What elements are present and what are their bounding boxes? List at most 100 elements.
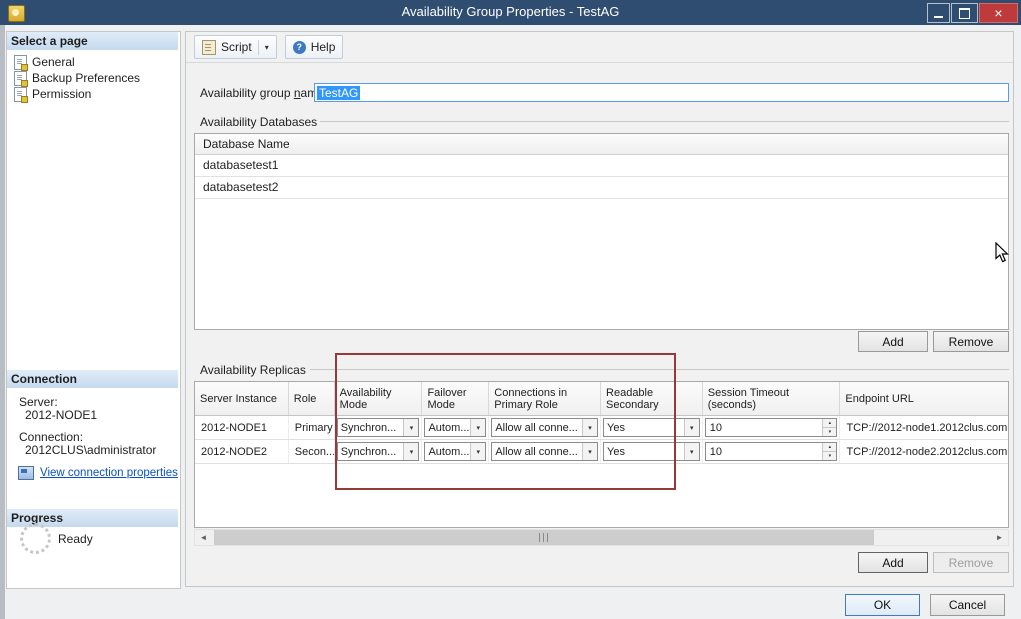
replica-row-node1[interactable]: 2012-NODE1 Primary Synchron... ▾ Autom..… <box>195 416 1008 440</box>
session-timeout-spinner[interactable]: 10 ▴ ▾ <box>705 418 838 437</box>
session-timeout-spinner[interactable]: 10 ▴ ▾ <box>705 442 838 461</box>
dropdown-arrow-glyph: ▾ <box>410 448 414 456</box>
replicas-remove-button[interactable]: Remove <box>933 552 1009 573</box>
sidebar-item-permission[interactable]: Permission <box>14 86 91 102</box>
main-panel: Script ▾ ? Help Availability group name:… <box>185 31 1014 587</box>
scrollbar-track[interactable] <box>212 530 991 545</box>
dropdown-arrow-icon[interactable]: ▾ <box>582 443 597 460</box>
group-name-value: TestAG <box>317 86 360 100</box>
databases-remove-button[interactable]: Remove <box>933 331 1009 352</box>
connections-value: Allow all conne... <box>492 419 582 436</box>
group-name-label-accel: n <box>294 86 301 100</box>
column-header-server-instance[interactable]: Server Instance <box>195 382 289 415</box>
ok-button[interactable]: OK <box>845 594 920 616</box>
select-a-page-header: Select a page <box>7 32 178 50</box>
spinner-buttons: ▴ ▾ <box>822 443 836 460</box>
dropdown-arrow-glyph: ▾ <box>690 448 694 456</box>
endpoint-url-value: TCP://2012-node2.2012clus.com <box>846 446 1007 458</box>
availability-mode-value: Synchron... <box>338 419 404 436</box>
replicas-horizontal-scrollbar[interactable]: ◄ ► <box>194 529 1009 546</box>
readable-secondary-cell: Yes ▾ <box>601 416 703 439</box>
spinner-buttons: ▴ ▾ <box>822 419 836 436</box>
readable-secondary-dropdown[interactable]: Yes ▾ <box>603 418 700 437</box>
replica-row-node2[interactable]: 2012-NODE2 Secon... Synchron... ▾ Autom.… <box>195 440 1008 464</box>
sidebar: Select a page General Backup Preferences… <box>6 31 181 589</box>
help-button[interactable]: ? Help <box>285 35 344 59</box>
column-header-connections-in-primary-role[interactable]: Connections in Primary Role <box>489 382 601 415</box>
scrollbar-thumb[interactable] <box>214 530 874 545</box>
titlebar[interactable]: Availability Group Properties - TestAG × <box>0 0 1021 25</box>
availability-replicas-table: Server Instance Role Availability Mode F… <box>194 381 1009 528</box>
maximize-button[interactable] <box>951 3 978 23</box>
view-connection-properties-row: View connection properties <box>18 466 178 480</box>
spin-down-icon[interactable]: ▾ <box>823 428 836 436</box>
role-value: Primary <box>295 422 333 434</box>
dropdown-arrow-icon[interactable]: ▾ <box>403 443 418 460</box>
failover-mode-cell: Autom... ▾ <box>422 416 489 439</box>
availability-replicas-label: Availability Replicas <box>200 363 306 377</box>
session-timeout-value: 10 <box>706 443 823 460</box>
database-row[interactable]: databasetest1 <box>195 155 1008 177</box>
column-header-readable-secondary[interactable]: Readable Secondary <box>601 382 703 415</box>
column-header-endpoint-url[interactable]: Endpoint URL <box>840 382 1008 415</box>
dropdown-arrow-glyph: ▾ <box>588 424 592 432</box>
minimize-icon <box>934 16 943 18</box>
scroll-left-icon[interactable]: ◄ <box>195 530 212 545</box>
availability-mode-dropdown[interactable]: Synchron... ▾ <box>337 418 420 437</box>
dropdown-arrow-icon[interactable]: ▾ <box>684 419 699 436</box>
help-icon: ? <box>293 41 306 54</box>
help-question-glyph: ? <box>296 42 302 52</box>
sidebar-item-general[interactable]: General <box>14 54 75 70</box>
connections-in-primary-role-cell: Allow all conne... ▾ <box>489 416 601 439</box>
database-name-column-header[interactable]: Database Name <box>195 134 1008 155</box>
dropdown-arrow-icon[interactable]: ▾ <box>582 419 597 436</box>
column-header-availability-mode[interactable]: Availability Mode <box>335 382 423 415</box>
dropdown-arrow-icon[interactable]: ▾ <box>403 419 418 436</box>
dropdown-arrow-icon[interactable]: ▾ <box>470 443 485 460</box>
connection-properties-icon <box>18 466 34 480</box>
scrollbar-grip-icon <box>539 533 549 542</box>
endpoint-url-cell: TCP://2012-node2.2012clus.com <box>840 440 1008 463</box>
view-connection-properties-link[interactable]: View connection properties <box>40 467 178 479</box>
cancel-button[interactable]: Cancel <box>930 594 1005 616</box>
column-header-failover-mode[interactable]: Failover Mode <box>422 382 489 415</box>
server-instance-value: 2012-NODE1 <box>201 422 267 434</box>
connections-in-primary-role-cell: Allow all conne... ▾ <box>489 440 601 463</box>
failover-mode-value: Autom... <box>425 443 470 460</box>
endpoint-url-cell: TCP://2012-node1.2012clus.com <box>840 416 1008 439</box>
session-timeout-value: 10 <box>706 419 823 436</box>
close-button[interactable]: × <box>979 3 1018 23</box>
databases-add-button[interactable]: Add <box>858 331 928 352</box>
dropdown-arrow-icon[interactable]: ▾ <box>684 443 699 460</box>
readable-secondary-dropdown[interactable]: Yes ▾ <box>603 442 700 461</box>
dropdown-arrow-glyph: ▾ <box>690 424 694 432</box>
replicas-add-button[interactable]: Add <box>858 552 928 573</box>
databases-section-divider <box>320 121 1009 122</box>
script-button[interactable]: Script ▾ <box>194 35 277 59</box>
dropdown-arrow-icon[interactable]: ▾ <box>470 419 485 436</box>
sidebar-item-label: General <box>32 55 75 69</box>
group-name-input[interactable]: TestAG <box>314 83 1009 102</box>
availability-mode-dropdown[interactable]: Synchron... ▾ <box>337 442 420 461</box>
endpoint-url-value: TCP://2012-node1.2012clus.com <box>846 422 1007 434</box>
script-dropdown-arrow-icon[interactable]: ▾ <box>265 43 269 52</box>
minimize-button[interactable] <box>927 3 950 23</box>
database-row[interactable]: databasetest2 <box>195 177 1008 199</box>
toolbar: Script ▾ ? Help <box>186 32 1013 63</box>
spin-up-icon[interactable]: ▴ <box>823 419 836 428</box>
sidebar-item-backup-preferences[interactable]: Backup Preferences <box>14 70 140 86</box>
column-header-session-timeout[interactable]: Session Timeout (seconds) <box>703 382 841 415</box>
column-header-role[interactable]: Role <box>289 382 335 415</box>
failover-mode-dropdown[interactable]: Autom... ▾ <box>424 418 486 437</box>
server-instance-cell: 2012-NODE2 <box>195 440 289 463</box>
dropdown-arrow-glyph: ▾ <box>588 448 592 456</box>
close-icon: × <box>994 6 1002 20</box>
spin-up-icon[interactable]: ▴ <box>823 443 836 452</box>
connections-in-primary-role-dropdown[interactable]: Allow all conne... ▾ <box>491 418 598 437</box>
spin-down-icon[interactable]: ▾ <box>823 452 836 460</box>
availability-mode-cell: Synchron... ▾ <box>335 416 423 439</box>
failover-mode-dropdown[interactable]: Autom... ▾ <box>424 442 486 461</box>
connections-in-primary-role-dropdown[interactable]: Allow all conne... ▾ <box>491 442 598 461</box>
role-value: Secon... <box>295 446 335 458</box>
scroll-right-icon[interactable]: ► <box>991 530 1008 545</box>
